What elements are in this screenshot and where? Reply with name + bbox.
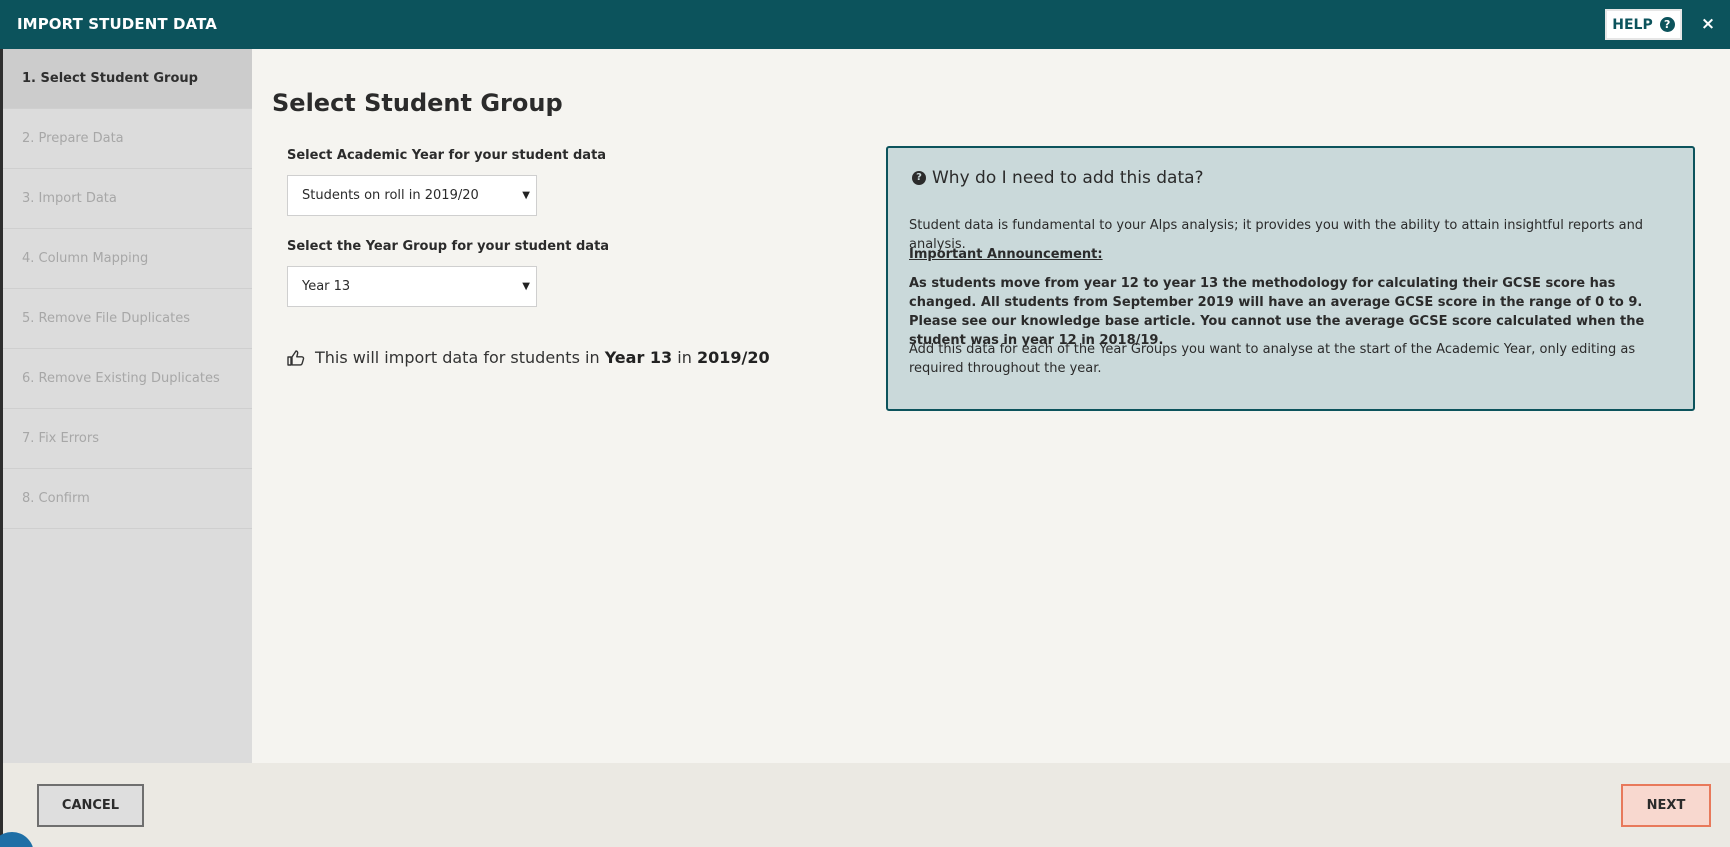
question-circle-icon: ? <box>1659 17 1675 32</box>
help-button-label: HELP <box>1612 16 1653 33</box>
step-column-mapping[interactable]: 4. Column Mapping <box>3 229 252 289</box>
caret-down-icon: ▼ <box>522 281 530 292</box>
footer-bar: CANCEL NEXT <box>3 763 1730 847</box>
title-bar: IMPORT STUDENT DATA HELP ? × <box>0 0 1730 49</box>
announcement-text: As students move from year 12 to year 13… <box>909 276 1645 348</box>
thumbs-up-icon <box>287 349 305 366</box>
wizard-steps-sidebar: 1. Select Student Group 2. Prepare Data … <box>3 49 252 763</box>
help-button[interactable]: HELP ? <box>1605 9 1682 40</box>
page-title: Select Student Group <box>272 89 563 117</box>
info-outro: Add this data for each of the Year Group… <box>909 342 1636 376</box>
import-summary-academic-year: 2019/20 <box>696 348 770 367</box>
info-heading: ? Why do I need to add this data? <box>912 168 1204 188</box>
year-group-value: Year 13 <box>302 279 351 294</box>
step-remove-existing-duplicates[interactable]: 6. Remove Existing Duplicates <box>3 349 252 409</box>
academic-year-value: Students on roll in 2019/20 <box>302 188 479 203</box>
import-summary-connector: in <box>677 348 692 367</box>
cancel-button[interactable]: CANCEL <box>37 784 144 827</box>
step-remove-file-duplicates[interactable]: 5. Remove File Duplicates <box>3 289 252 349</box>
question-circle-icon: ? <box>912 171 926 185</box>
announcement-title: Important Announcement: <box>909 247 1103 262</box>
info-heading-text: Why do I need to add this data? <box>932 168 1204 188</box>
year-group-select[interactable]: Year 13 ▼ <box>287 266 537 307</box>
step-select-student-group[interactable]: 1. Select Student Group <box>3 49 252 109</box>
info-panel: ? Why do I need to add this data? Studen… <box>886 146 1695 411</box>
window-title: IMPORT STUDENT DATA <box>17 15 217 33</box>
import-summary-year-group: Year 13 <box>604 348 673 367</box>
caret-down-icon: ▼ <box>522 190 530 201</box>
main-panel: Select Student Group Select Academic Yea… <box>252 49 1730 763</box>
step-import-data[interactable]: 3. Import Data <box>3 169 252 229</box>
year-group-label: Select the Year Group for your student d… <box>287 239 610 254</box>
academic-year-label: Select Academic Year for your student da… <box>287 148 607 163</box>
next-button[interactable]: NEXT <box>1621 784 1711 827</box>
academic-year-select[interactable]: Students on roll in 2019/20 ▼ <box>287 175 537 216</box>
import-summary-prefix: This will import data for students in <box>315 348 600 367</box>
step-confirm[interactable]: 8. Confirm <box>3 469 252 529</box>
import-summary: This will import data for students in Ye… <box>287 348 770 367</box>
step-prepare-data[interactable]: 2. Prepare Data <box>3 109 252 169</box>
close-icon[interactable]: × <box>1698 13 1718 35</box>
step-fix-errors[interactable]: 7. Fix Errors <box>3 409 252 469</box>
